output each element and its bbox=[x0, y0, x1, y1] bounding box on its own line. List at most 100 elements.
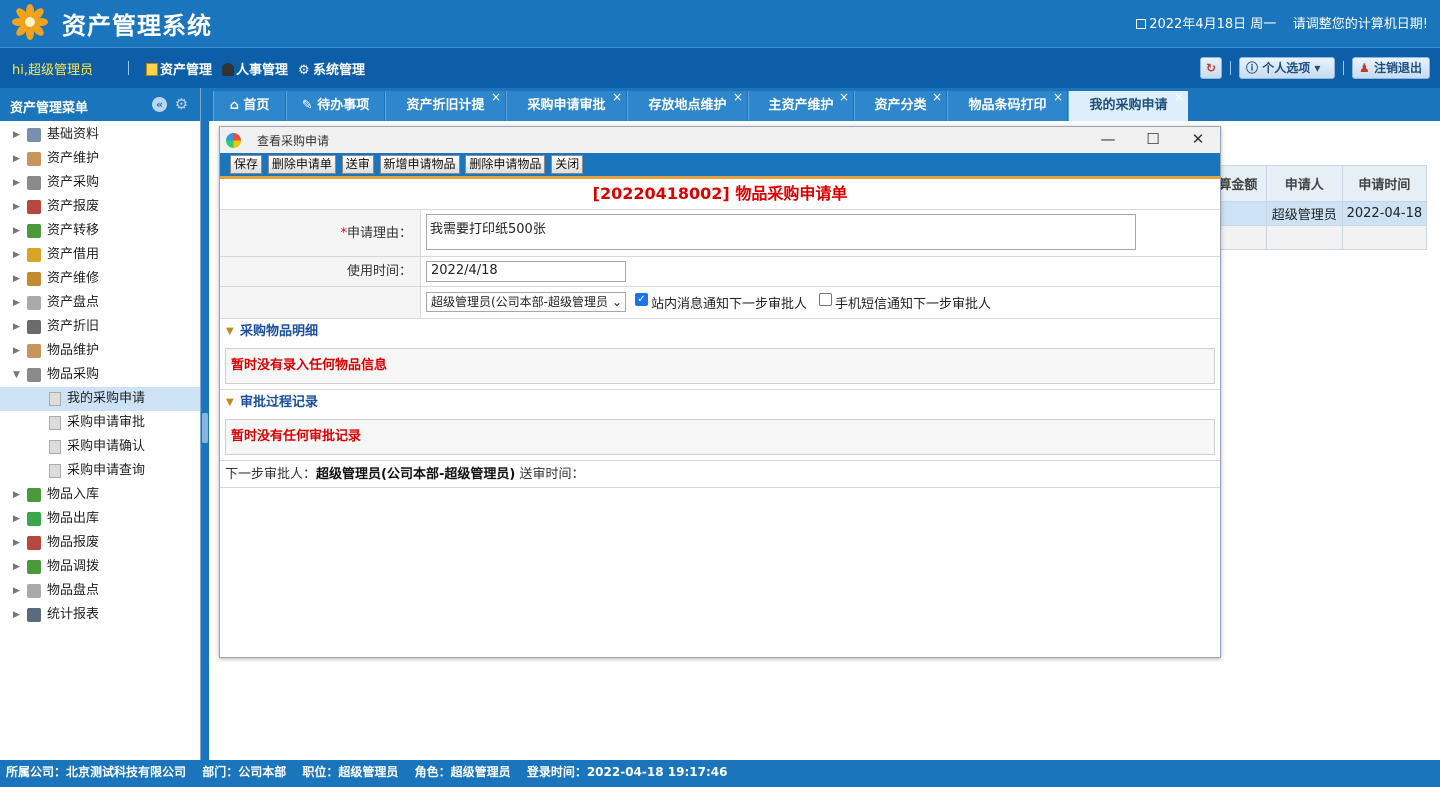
sidebar-item-asset-maintenance[interactable]: ▶ 资产维护 bbox=[0, 147, 200, 171]
sidebar-child-my-purchase-request[interactable]: 我的采购申请 bbox=[0, 387, 200, 411]
trash-icon bbox=[27, 200, 41, 214]
collapse-arrow-icon[interactable]: ▼ bbox=[13, 363, 20, 387]
sidebar-item-goods-scrap[interactable]: ▶ 物品报废 bbox=[0, 531, 200, 555]
save-button[interactable]: 保存 bbox=[230, 155, 263, 174]
tab-depreciation[interactable]: 资产折旧计提 × bbox=[385, 90, 505, 121]
sidebar-child-purchase-approval[interactable]: 采购申请审批 bbox=[0, 411, 200, 435]
notify-site-checkbox[interactable]: ✓ bbox=[635, 293, 648, 306]
sidebar-child-purchase-query[interactable]: 采购申请查询 bbox=[0, 459, 200, 483]
close-icon[interactable]: × bbox=[733, 82, 743, 112]
close-icon[interactable]: ✕ bbox=[1188, 130, 1208, 148]
date-notice: 请调整您的计算机日期! bbox=[1292, 17, 1428, 32]
expand-arrow-icon[interactable]: ▶ bbox=[13, 315, 20, 339]
approver-row: 超级管理员(公司本部-超级管理员) ⌄ ✓ 站内消息通知下一步审批人 手机短信通知… bbox=[220, 286, 1220, 318]
close-icon[interactable]: × bbox=[932, 82, 942, 112]
log-section-header[interactable]: ▼ 审批过程记录 bbox=[220, 389, 1220, 414]
expand-arrow-icon[interactable]: ▶ bbox=[13, 171, 20, 195]
expand-arrow-icon[interactable]: ▶ bbox=[13, 219, 20, 243]
sidebar-item-asset-borrow[interactable]: ▶ 资产借用 bbox=[0, 243, 200, 267]
tab-todo[interactable]: ✎ 待办事项 bbox=[286, 91, 384, 121]
sidebar-item-asset-inventory[interactable]: ▶ 资产盘点 bbox=[0, 291, 200, 315]
sidebar-item-goods-inventory[interactable]: ▶ 物品盘点 bbox=[0, 579, 200, 603]
expand-arrow-icon[interactable]: ▶ bbox=[13, 339, 20, 363]
sidebar-item-goods-allocation[interactable]: ▶ 物品调拨 bbox=[0, 555, 200, 579]
sidebar-item-goods-outbound[interactable]: ▶ 物品出库 bbox=[0, 507, 200, 531]
expand-arrow-icon[interactable]: ▶ bbox=[13, 603, 20, 627]
logo-icon bbox=[12, 4, 48, 40]
submit-button[interactable]: 送审 bbox=[341, 155, 374, 174]
footer-company: 所属公司：北京测试科技有限公司 bbox=[6, 765, 187, 779]
notify-sms-checkbox[interactable] bbox=[819, 293, 832, 306]
expand-arrow-icon[interactable]: ▶ bbox=[13, 267, 20, 291]
column-header[interactable]: 申请时间 bbox=[1341, 165, 1428, 202]
expand-arrow-icon[interactable]: ▶ bbox=[13, 579, 20, 603]
column-header[interactable]: 申请人 bbox=[1265, 165, 1343, 202]
menu-hr-management[interactable]: 人事管理 bbox=[222, 59, 288, 78]
sidebar-item-goods-inbound[interactable]: ▶ 物品入库 bbox=[0, 483, 200, 507]
tab-asset-category[interactable]: 资产分类 × bbox=[854, 90, 946, 121]
repair-icon bbox=[27, 272, 41, 286]
document-icon bbox=[49, 392, 61, 406]
expand-arrow-icon[interactable]: ▶ bbox=[13, 507, 20, 531]
close-icon[interactable]: × bbox=[839, 82, 849, 112]
menu-system-management[interactable]: ⚙ 系统管理 bbox=[298, 59, 365, 78]
items-section-header[interactable]: ▼ 采购物品明细 bbox=[220, 318, 1220, 343]
sidebar-item-goods-purchase[interactable]: ▼ 物品采购 bbox=[0, 363, 200, 387]
sidebar-item-asset-purchase[interactable]: ▶ 资产采购 bbox=[0, 171, 200, 195]
request-table: 算金额 申请人 申请时间 超级管理员 2022-04-18 bbox=[1209, 165, 1428, 250]
settings-icon[interactable]: ⚙ bbox=[174, 97, 189, 112]
expand-arrow-icon[interactable]: ▶ bbox=[13, 147, 20, 171]
collapse-icon[interactable]: « bbox=[152, 97, 167, 112]
close-icon[interactable]: × bbox=[612, 82, 622, 112]
close-icon[interactable]: × bbox=[491, 82, 501, 112]
items-empty-message: 暂时没有录入任何物品信息 bbox=[225, 348, 1215, 384]
expand-arrow-icon[interactable]: ▶ bbox=[13, 483, 20, 507]
expand-arrow-icon[interactable]: ▶ bbox=[13, 555, 20, 579]
delete-request-button[interactable]: 删除申请单 bbox=[267, 155, 336, 174]
refresh-button[interactable]: ↻ bbox=[1200, 57, 1222, 79]
sidebar-item-asset-scrap[interactable]: ▶ 资产报废 bbox=[0, 195, 200, 219]
reason-textarea[interactable]: 我需要打印纸500张 bbox=[426, 214, 1136, 250]
tab-my-purchase-request[interactable]: 我的采购申请 × bbox=[1068, 90, 1188, 121]
tab-barcode-print[interactable]: 物品条码打印 × bbox=[947, 90, 1067, 121]
chart-icon bbox=[27, 608, 41, 622]
collapse-triangle-icon: ▼ bbox=[226, 326, 234, 337]
sidebar-item-statistics-report[interactable]: ▶ 统计报表 bbox=[0, 603, 200, 627]
maximize-icon[interactable]: ☐ bbox=[1143, 130, 1163, 148]
sidebar-item-asset-transfer[interactable]: ▶ 资产转移 bbox=[0, 219, 200, 243]
tab-purchase-approval[interactable]: 采购申请审批 × bbox=[506, 90, 626, 121]
tab-main-asset[interactable]: 主资产维护 × bbox=[748, 90, 853, 121]
transfer-icon bbox=[27, 224, 41, 238]
splitter-grip[interactable] bbox=[202, 413, 208, 443]
tab-home[interactable]: ⌂ 首页 bbox=[213, 91, 285, 121]
document-icon bbox=[49, 464, 61, 478]
sidebar-child-purchase-confirm[interactable]: 采购申请确认 bbox=[0, 435, 200, 459]
sidebar-item-asset-depreciation[interactable]: ▶ 资产折旧 bbox=[0, 315, 200, 339]
sidebar-item-asset-repair[interactable]: ▶ 资产维修 bbox=[0, 267, 200, 291]
box-icon bbox=[27, 344, 41, 358]
sidebar-item-basic-data[interactable]: ▶ 基础资料 bbox=[0, 123, 200, 147]
add-item-button[interactable]: 新增申请物品 bbox=[379, 155, 460, 174]
expand-arrow-icon[interactable]: ▶ bbox=[13, 531, 20, 555]
usage-date-input[interactable]: 2022/4/18 bbox=[426, 261, 626, 282]
logout-button[interactable]: ♟ 注销退出 bbox=[1352, 57, 1430, 79]
minimize-icon[interactable]: — bbox=[1098, 130, 1118, 148]
expand-arrow-icon[interactable]: ▶ bbox=[13, 195, 20, 219]
menu-asset-management[interactable]: 资产管理 bbox=[146, 59, 212, 78]
expand-arrow-icon[interactable]: ▶ bbox=[13, 123, 20, 147]
close-icon[interactable]: × bbox=[1053, 82, 1063, 112]
expand-arrow-icon[interactable]: ▶ bbox=[13, 243, 20, 267]
log-empty-message: 暂时没有任何审批记录 bbox=[225, 419, 1215, 455]
sidebar-item-goods-maintenance[interactable]: ▶ 物品维护 bbox=[0, 339, 200, 363]
sidebar-splitter[interactable] bbox=[201, 88, 209, 760]
refresh-icon: ↻ bbox=[1205, 61, 1217, 75]
close-icon[interactable]: × bbox=[1174, 82, 1184, 112]
delete-item-button[interactable]: 删除申请物品 bbox=[465, 155, 546, 174]
dialog-titlebar[interactable]: 查看采购申请 — ☐ ✕ bbox=[220, 127, 1220, 153]
close-button[interactable]: 关闭 bbox=[551, 155, 584, 174]
table-row[interactable]: 超级管理员 2022-04-18 bbox=[1209, 201, 1428, 226]
tab-storage-location[interactable]: 存放地点维护 × bbox=[627, 90, 747, 121]
expand-arrow-icon[interactable]: ▶ bbox=[13, 291, 20, 315]
personal-options-button[interactable]: ⓘ 个人选项 ▾ bbox=[1239, 57, 1335, 79]
approver-select[interactable]: 超级管理员(公司本部-超级管理员) ⌄ bbox=[426, 292, 626, 312]
